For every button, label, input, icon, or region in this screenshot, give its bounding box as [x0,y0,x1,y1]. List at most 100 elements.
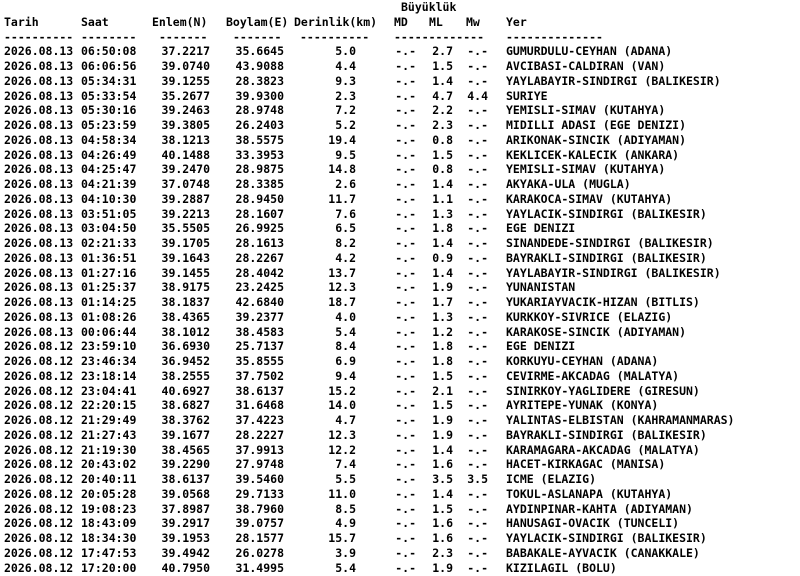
cell-ml: 1.5 [432,368,453,383]
cell-mw: -.- [467,73,488,88]
cell-ml: 1.4 [432,73,453,88]
cell-md: -.- [395,324,416,339]
table-row: 2026.08.13 01:36:51 39.1643 28.2267 4.2 -.- 0.… [4,251,707,266]
cell-md: -.- [395,354,416,368]
cell-place: TOKUL-ASLANAPA (KUTAHYA) [506,486,673,501]
cell-time: 01:14:25 [81,295,137,309]
cell-place: SINANDEDE-SINDIRGI (BALIKESIR) [506,236,714,250]
cell-time: 04:58:34 [81,132,137,147]
cell-md: -.- [395,457,416,472]
cell-time: 05:23:59 [81,118,137,132]
cell-place: YEMISLI-SIMAV (KUTAHYA) [506,103,666,118]
event-rows: 2026.08.13 06:50:08 37.2217 35.6645 5.0 -.- 2.… [4,44,734,575]
cell-lat: 39.1953 [161,531,210,545]
cell-time: 04:10:30 [81,191,137,206]
cell-ml: 2.3 [432,118,453,132]
cell-place: GUMURDULU-CEYHAN (ADANA) [506,44,673,59]
cell-mw: -.- [467,44,488,59]
cell-mw: -.- [467,162,488,177]
cell-lat: 38.3762 [161,413,210,427]
table-row: 2026.08.12 20:43:02 39.2290 27.9748 7.4 -.- 1.… [4,457,665,472]
cell-place: YAYLACIK-SINDIRGI (BALIKESIR) [506,531,707,545]
cell-date: 2026.08.12 [4,457,74,472]
cell-md: -.- [395,398,416,413]
cell-ml: 2.2 [432,103,453,118]
cell-lat: 35.2677 [161,88,210,103]
cell-lat: 37.2217 [161,44,210,59]
cell-md: -.- [395,147,416,162]
cell-lat: 39.4942 [161,545,210,560]
cell-place: BAYRAKLI-SINDIRGI (BALIKESIR) [506,427,707,442]
cell-lon: 37.7502 [235,368,284,383]
cell-ml: 1.6 [432,457,453,472]
cell-ml: 1.8 [432,339,453,354]
table-row: 2026.08.12 23:18:14 38.2555 37.7502 9.4 -.- 1.… [4,369,679,384]
cell-lon: 38.4583 [235,324,284,339]
cell-depth: 8.4 [335,339,356,354]
cell-time: 20:05:28 [81,486,137,501]
cell-depth: 8.2 [335,236,356,250]
cell-time: 20:40:11 [81,472,137,486]
cell-depth: 7.2 [335,103,356,118]
cell-ml: 1.7 [432,295,453,309]
cell-lon: 26.9925 [235,221,284,236]
table-row: 2026.08.12 21:27:43 39.1677 28.2227 12.3 -.- 1… [4,428,707,443]
cell-place: KARAMAGARA-AKCADAG (MALATYA) [506,442,700,457]
header-mw: Mw [466,14,480,29]
cell-place: BABAKALE-AYVACIK (CANAKKALE) [506,545,700,560]
cell-lat: 38.1213 [161,132,210,147]
cell-depth: 7.6 [335,206,356,221]
cell-time: 20:43:02 [81,457,137,472]
cell-md: -.- [395,295,416,309]
cell-mw: -.- [467,236,488,250]
cell-md: -.- [395,501,416,516]
table-row: 2026.08.13 01:27:16 39.1455 28.4042 13.7 -.- 1… [4,266,721,281]
cell-time: 22:20:15 [81,398,137,413]
table-row: 2026.08.13 04:10:30 39.2887 28.9450 11.7 -.- 1… [4,192,672,207]
cell-time: 05:33:54 [81,88,137,103]
cell-lat: 39.1255 [161,73,210,88]
cell-time: 03:04:50 [81,221,137,236]
table-row: 2026.08.13 01:08:26 38.4365 39.2377 4.0 -.- 1.… [4,310,672,325]
cell-date: 2026.08.13 [4,44,74,59]
table-row: 2026.08.12 17:47:53 39.4942 26.0278 3.9 -.- 2.… [4,546,700,561]
cell-lon: 25.7137 [235,339,284,354]
cell-place: YUNANISTAN [506,280,576,295]
cell-date: 2026.08.13 [4,177,74,191]
cell-time: 17:47:53 [81,545,137,560]
cell-place: CEVIRME-AKCADAG (MALATYA) [506,368,680,383]
cell-md: -.- [395,368,416,383]
cell-lon: 28.3823 [235,73,284,88]
cell-lon: 28.3385 [235,177,284,191]
cell-mw: -.- [467,501,488,516]
cell-mw: -.- [467,59,488,73]
cell-ml: 1.3 [432,309,453,324]
cell-md: -.- [395,236,416,250]
table-row: 2026.08.13 04:26:49 40.1488 33.3953 9.5 -.- 1.… [4,148,679,163]
cell-lon: 43.9088 [235,59,284,73]
cell-lon: 28.2267 [235,250,284,265]
cell-lon: 35.6645 [235,44,284,59]
cell-md: -.- [395,73,416,88]
cell-depth: 5.5 [335,472,356,486]
cell-ml: 2.7 [432,44,453,59]
cell-lon: 37.9913 [235,442,284,457]
cell-lon: 38.5575 [235,132,284,147]
cell-date: 2026.08.12 [4,354,74,368]
cell-md: -.- [395,472,416,486]
header-date: Tarih [4,14,39,29]
cell-md: -.- [395,383,416,398]
cell-mw: -.- [467,398,488,413]
cell-place: SURIYE [506,88,548,103]
cell-time: 00:06:44 [81,324,137,339]
cell-lat: 39.3805 [161,118,210,132]
cell-place: KIZILAGIL (BOLU) [506,560,617,575]
cell-date: 2026.08.12 [4,383,74,398]
cell-date: 2026.08.13 [4,295,74,309]
cell-time: 01:25:37 [81,280,137,295]
table-row: 2026.08.12 22:20:15 38.6827 31.6468 14.0 -.- 1… [4,398,658,413]
cell-place: YUKARIAYVACIK-HIZAN (BITLIS) [506,295,700,309]
cell-lat: 40.1488 [161,147,210,162]
magnitude-group-row: Büyüklük [4,0,456,15]
cell-ml: 1.9 [432,280,453,295]
